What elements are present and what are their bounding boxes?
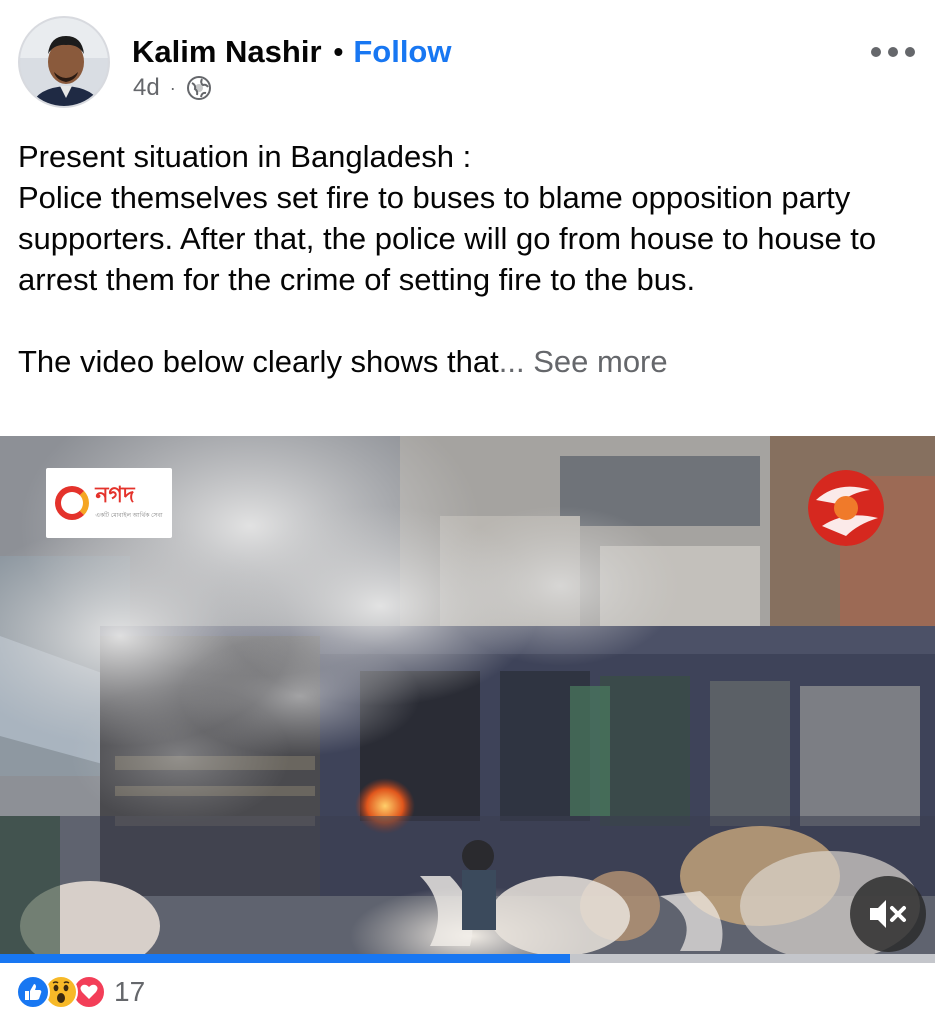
like-glyph: [25, 984, 42, 1000]
reaction-count: 17: [114, 976, 146, 1007]
author-line: Kalim Nashir • Follow: [132, 32, 451, 72]
author-name[interactable]: Kalim Nashir: [132, 34, 322, 70]
more-dot: [871, 47, 881, 57]
name-separator: •: [333, 36, 344, 67]
post-meta: 4d ·: [133, 73, 212, 103]
like-icon: [16, 975, 50, 1009]
muted-speaker-icon[interactable]: [850, 876, 926, 952]
more-dot: [888, 47, 898, 57]
sponsor-logo-text: নগদ: [95, 483, 135, 508]
video-progress-bar[interactable]: [0, 954, 935, 963]
post-text-truncated: The video below clearly shows that... Se…: [18, 341, 918, 382]
wow-glyph: [52, 981, 70, 1003]
speaker-glyph: [870, 900, 906, 928]
follow-button[interactable]: Follow: [353, 34, 451, 70]
sponsor-logo-mark: [55, 486, 90, 520]
post-text-line: Present situation in Bangladesh :: [18, 139, 472, 174]
post-time[interactable]: 4d: [133, 74, 160, 102]
post-text-line: Police themselves set fire to buses to b…: [18, 180, 877, 297]
reactions-summary[interactable]: 17: [16, 974, 145, 1010]
author-avatar[interactable]: [18, 16, 110, 108]
more-options-icon[interactable]: [871, 40, 915, 64]
love-glyph: [80, 984, 98, 999]
video-progress-fill: [0, 954, 571, 963]
truncated-text: The video below clearly shows that: [18, 344, 499, 379]
sponsor-logo: নগদ একটি মোবাইল আর্থিক সেবা: [46, 468, 172, 538]
more-dot: [905, 47, 915, 57]
sponsor-logo-text-block: নগদ একটি মোবাইল আর্থিক সেবা: [95, 485, 162, 521]
globe-icon: [186, 76, 211, 100]
meta-separator: ·: [169, 77, 176, 98]
see-more-link[interactable]: See more: [533, 344, 667, 379]
channel-logo: [808, 470, 884, 546]
sponsor-logo-subtext: একটি মোবাইল আর্থিক সেবা: [95, 513, 163, 519]
post-header: Kalim Nashir • Follow 4d ·: [0, 0, 935, 130]
channel-logo-image: [808, 470, 884, 546]
ellipsis: ...: [498, 344, 525, 379]
post-text: Present situation in Bangladesh : Police…: [18, 136, 918, 382]
avatar-image: [20, 18, 108, 106]
